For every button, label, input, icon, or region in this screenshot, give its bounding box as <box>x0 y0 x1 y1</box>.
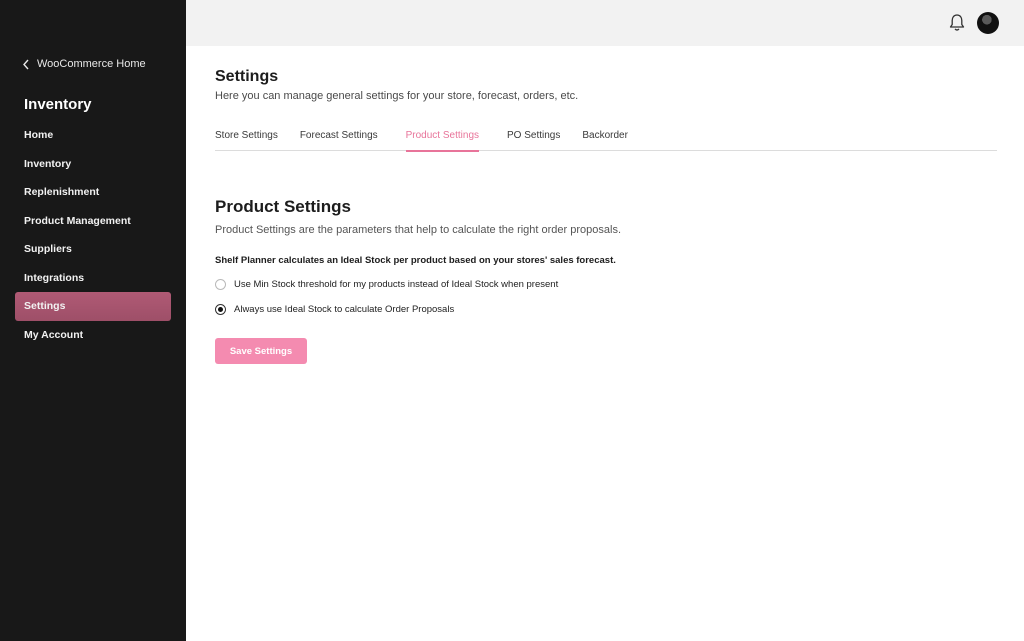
sidebar-item-suppliers[interactable]: Suppliers <box>15 235 171 264</box>
sidebar-item-label: Suppliers <box>24 243 72 256</box>
section-description: Product Settings are the parameters that… <box>215 224 622 236</box>
woocommerce-home-link[interactable]: WooCommerce Home <box>22 58 146 70</box>
sidebar-item-label: Replenishment <box>24 186 100 199</box>
tab-forecast-settings[interactable]: Forecast Settings <box>300 128 378 151</box>
radio-min-stock[interactable] <box>215 279 226 290</box>
chevron-left-icon <box>23 59 29 69</box>
top-bar <box>186 0 1024 46</box>
page-subtitle: Here you can manage general settings for… <box>215 90 579 102</box>
back-link-label: WooCommerce Home <box>37 58 146 70</box>
sidebar-item-my-account[interactable]: My Account <box>15 321 171 350</box>
sidebar: WooCommerce Home Inventory Home Inventor… <box>0 0 186 641</box>
sidebar-item-label: Integrations <box>24 271 85 284</box>
tab-product-settings[interactable]: Product Settings <box>405 128 480 152</box>
section-note: Shelf Planner calculates an Ideal Stock … <box>215 255 616 266</box>
sidebar-item-label: Product Management <box>24 214 131 227</box>
option-label: Always use Ideal Stock to calculate Orde… <box>234 304 455 315</box>
sidebar-item-inventory[interactable]: Inventory <box>15 150 171 179</box>
sidebar-item-home[interactable]: Home <box>15 121 171 150</box>
option-min-stock[interactable]: Use Min Stock threshold for my products … <box>215 279 558 290</box>
sidebar-item-label: Settings <box>24 300 66 313</box>
sidebar-item-replenishment[interactable]: Replenishment <box>15 178 171 207</box>
option-label: Use Min Stock threshold for my products … <box>234 279 559 290</box>
sidebar-item-label: Inventory <box>24 157 72 170</box>
tab-store-settings[interactable]: Store Settings <box>215 128 278 151</box>
avatar[interactable] <box>977 12 999 34</box>
sidebar-item-product-management[interactable]: Product Management <box>15 207 171 236</box>
tab-backorder[interactable]: Backorder <box>582 128 628 151</box>
settings-tabs: Store Settings Forecast Settings Product… <box>215 128 997 152</box>
sidebar-title: Inventory <box>24 96 92 113</box>
radio-ideal-stock[interactable] <box>215 304 226 315</box>
page-title: Settings <box>215 68 279 85</box>
section-title: Product Settings <box>215 197 352 216</box>
sidebar-item-label: Home <box>24 129 54 142</box>
option-ideal-stock[interactable]: Always use Ideal Stock to calculate Orde… <box>215 304 454 315</box>
tab-po-settings[interactable]: PO Settings <box>507 128 560 151</box>
save-settings-button[interactable]: Save Settings <box>215 338 307 364</box>
sidebar-item-settings[interactable]: Settings <box>15 292 171 321</box>
sidebar-item-label: My Account <box>24 328 84 341</box>
sidebar-item-integrations[interactable]: Integrations <box>15 264 171 293</box>
bell-icon[interactable] <box>948 13 966 32</box>
sidebar-nav: Home Inventory Replenishment Product Man… <box>15 121 171 349</box>
